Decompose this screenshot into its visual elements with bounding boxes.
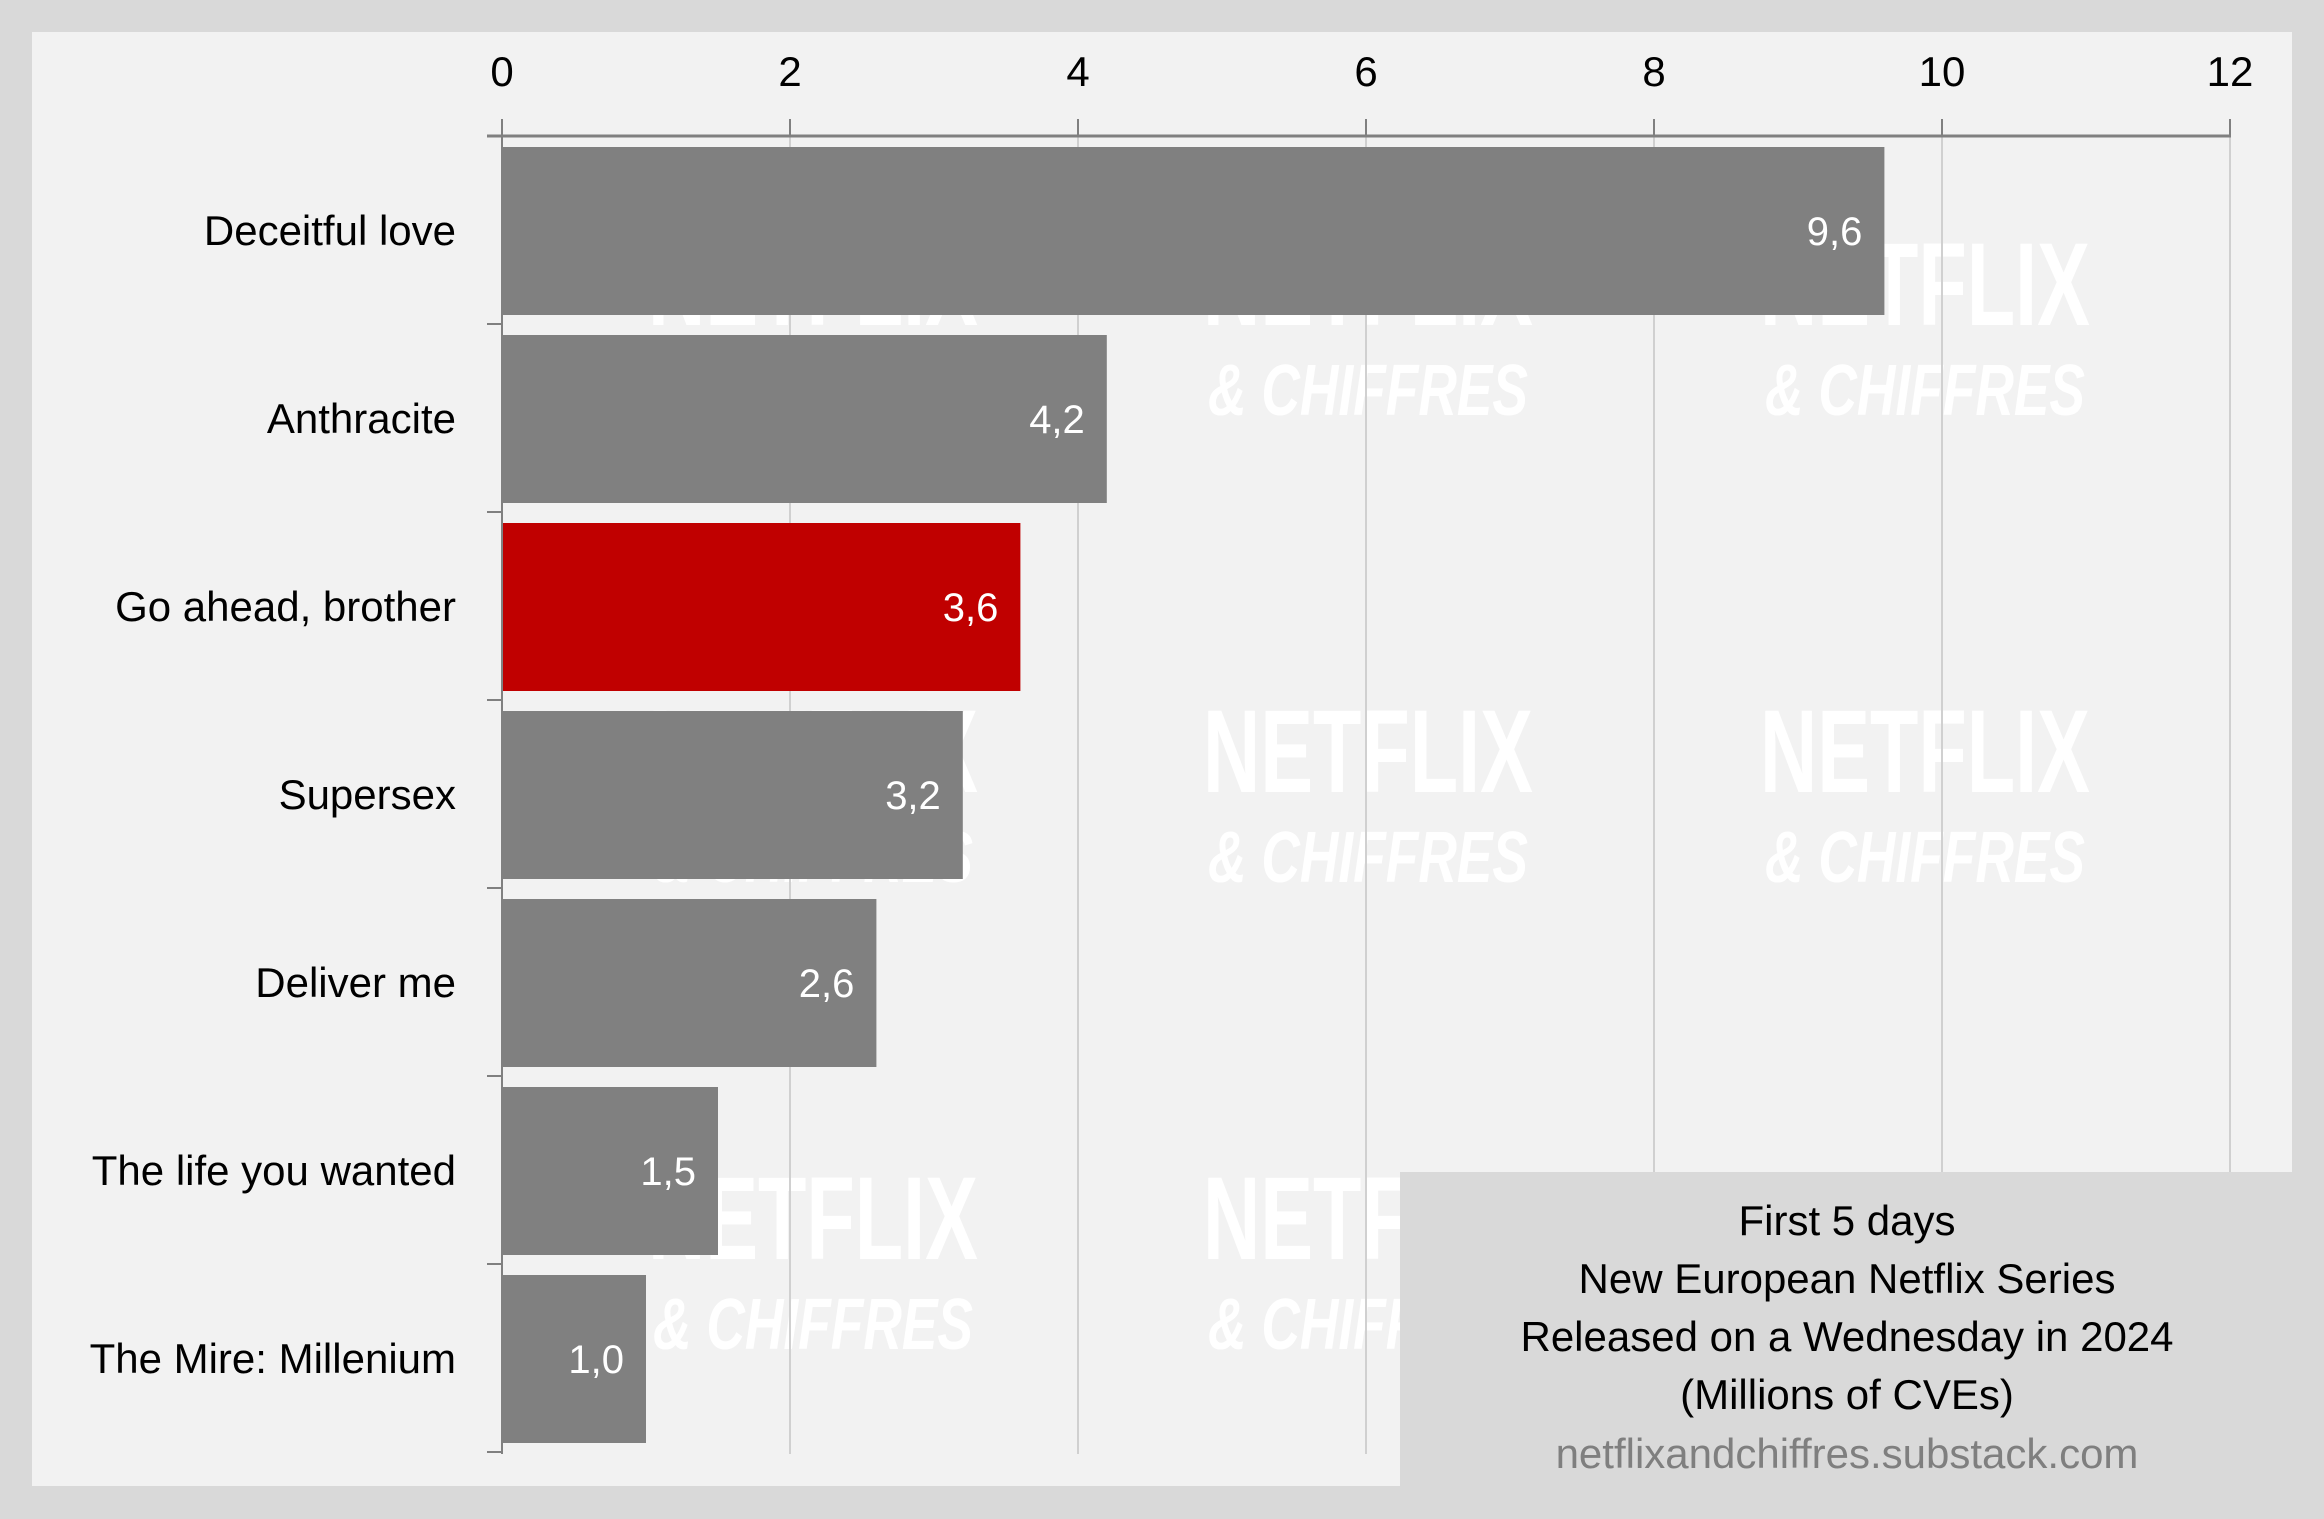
x-tick-label: 6 bbox=[1354, 48, 1377, 95]
watermark-chiffres: & CHIFFRES bbox=[1208, 818, 1528, 898]
category-labels: Deceitful love Anthracite Go ahead, brothe… bbox=[90, 207, 456, 1382]
x-tick-label: 12 bbox=[2207, 48, 2254, 95]
watermark-chiffres: & CHIFFRES bbox=[1208, 351, 1528, 431]
category-label: Deceitful love bbox=[204, 207, 456, 254]
watermark-netflix: NETFLIX bbox=[1760, 686, 2090, 818]
watermark-chiffres: & CHIFFRES bbox=[1765, 818, 2085, 898]
watermark-chiffres: & CHIFFRES bbox=[1765, 351, 2085, 431]
x-tick-label: 10 bbox=[1919, 48, 1966, 95]
bar-value-label: 3,2 bbox=[885, 774, 941, 818]
bar bbox=[502, 147, 1885, 315]
caption-line-2: New European Netflix Series bbox=[1578, 1255, 2116, 1302]
caption-line-4: (Millions of CVEs) bbox=[1680, 1371, 2014, 1418]
chart-caption: First 5 days New European Netflix Series… bbox=[1400, 1172, 2324, 1519]
x-tick-label: 8 bbox=[1642, 48, 1665, 95]
category-label: The Mire: Millenium bbox=[90, 1335, 456, 1382]
category-label: Deliver me bbox=[255, 959, 456, 1006]
x-tick-label: 2 bbox=[778, 48, 801, 95]
category-label: The life you wanted bbox=[92, 1147, 456, 1194]
x-tick-label: 4 bbox=[1066, 48, 1089, 95]
bar bbox=[502, 335, 1107, 503]
x-tick-label: 0 bbox=[490, 48, 513, 95]
category-label: Anthracite bbox=[267, 395, 456, 442]
source-link: netflixandchiffres.substack.com bbox=[1555, 1430, 2139, 1477]
bar-value-label: 2,6 bbox=[799, 962, 855, 1006]
category-label: Go ahead, brother bbox=[115, 583, 456, 630]
bar-value-label: 1,0 bbox=[568, 1338, 624, 1382]
watermark-chiffres: & CHIFFRES bbox=[653, 1285, 973, 1365]
x-tick-labels: 0 2 4 6 8 10 12 bbox=[490, 48, 2253, 95]
bar-value-label: 9,6 bbox=[1807, 210, 1863, 254]
bar-value-label: 3,6 bbox=[943, 586, 999, 630]
bar-value-label: 1,5 bbox=[640, 1150, 696, 1194]
caption-line-3: Released on a Wednesday in 2024 bbox=[1520, 1313, 2174, 1360]
bar-value-label: 4,2 bbox=[1029, 398, 1085, 442]
category-label: Supersex bbox=[279, 771, 456, 818]
watermark-netflix: NETFLIX bbox=[1203, 686, 1533, 818]
caption-line-1: First 5 days bbox=[1738, 1197, 1956, 1244]
